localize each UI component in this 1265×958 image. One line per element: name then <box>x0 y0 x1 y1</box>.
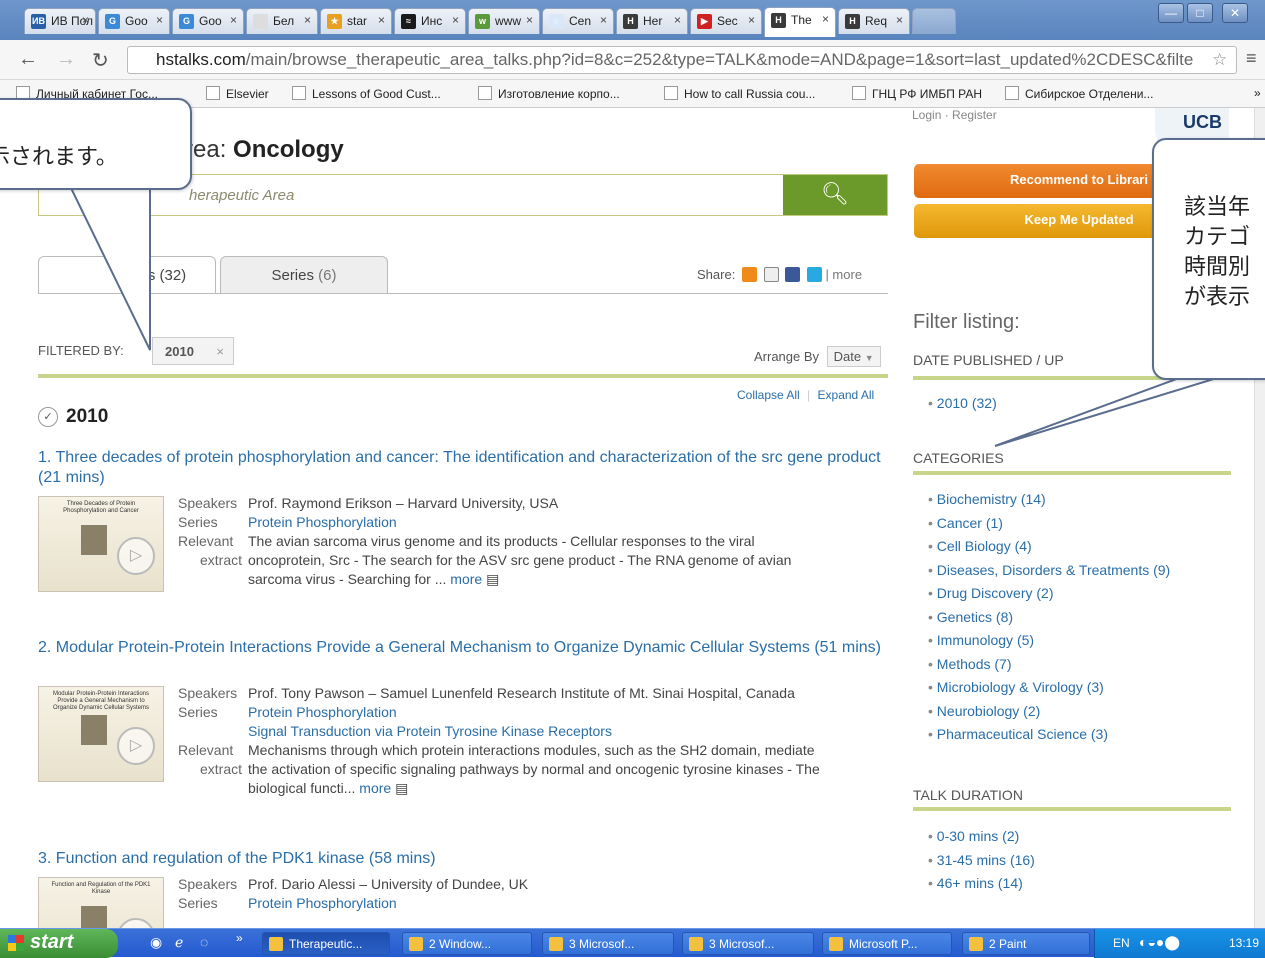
left-callout-tail <box>68 185 151 351</box>
taskbar-item[interactable]: Therapeutic... <box>262 932 390 955</box>
clock: 13:19 <box>1229 936 1260 950</box>
taskbar-app-icon <box>829 937 843 951</box>
left-callout-text: 示されます。 <box>0 144 118 169</box>
taskbar-item-label: Therapeutic... <box>289 937 363 951</box>
start-label: start <box>30 931 74 953</box>
windows-logo-icon <box>8 935 24 951</box>
taskbar-app-icon <box>269 937 283 951</box>
right-callout: 該当年 カテゴ 時間別 が表示 <box>1152 138 1265 380</box>
taskbar-item[interactable]: Microsoft P... <box>822 932 952 955</box>
taskbar-item-label: 2 Paint <box>989 937 1027 951</box>
taskbar-item-label: Microsoft P... <box>849 937 918 951</box>
taskbar-item-label: 3 Microsof... <box>709 937 775 951</box>
windows-taskbar: start ◉ ℯ ◌ » Therapeutic... 2 Window... 3… <box>0 928 1265 958</box>
right-callout-line: 該当年 <box>1184 194 1251 219</box>
quicklaunch-overflow-icon[interactable]: » <box>236 931 243 945</box>
taskbar-app-icon <box>409 937 423 951</box>
quicklaunch-ie-icon[interactable]: ℯ <box>175 934 183 951</box>
taskbar-item-label: 2 Window... <box>429 937 492 951</box>
taskbar-app-icon <box>549 937 563 951</box>
taskbar-item[interactable]: 2 Window... <box>402 932 532 955</box>
language-indicator[interactable]: EN <box>1113 936 1130 950</box>
right-callout-line: が表示 <box>1184 284 1251 309</box>
right-callout-tail <box>994 373 1231 447</box>
taskbar-app-icon <box>689 937 703 951</box>
taskbar-item[interactable]: 3 Microsof... <box>542 932 674 955</box>
system-tray: EN ◐◒●⬤ 13:19 <box>1094 929 1265 958</box>
start-button[interactable]: start <box>0 929 118 958</box>
right-callout-line: 時間別 <box>1184 254 1251 279</box>
taskbar-item-label: 3 Microsof... <box>569 937 635 951</box>
taskbar-item[interactable]: 3 Microsof... <box>682 932 814 955</box>
taskbar-app-icon <box>969 937 983 951</box>
left-callout: 示されます。 <box>0 98 192 190</box>
quicklaunch-chrome-icon[interactable]: ◉ <box>150 934 162 951</box>
tray-icons[interactable]: ◐◒●⬤ <box>1139 934 1180 951</box>
taskbar-item[interactable]: 2 Paint <box>962 932 1090 955</box>
right-callout-line: カテゴ <box>1184 224 1251 249</box>
quicklaunch-browser-icon[interactable]: ◌ <box>200 934 208 950</box>
